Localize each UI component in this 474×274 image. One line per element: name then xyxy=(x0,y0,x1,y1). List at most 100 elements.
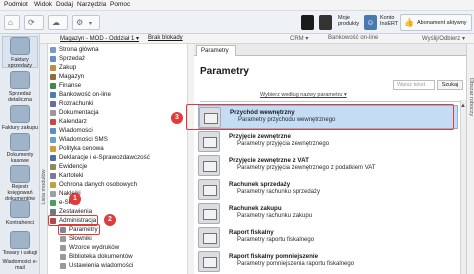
list-item-desc: Parametry pomniejszenia raportu fiskalne… xyxy=(237,261,355,267)
bank-icon xyxy=(50,92,56,98)
document-settings-icon xyxy=(198,251,220,272)
records-icon xyxy=(50,164,56,170)
home-icon: ⌂ xyxy=(8,18,13,27)
settings-button[interactable]: ⚙ ▾ xyxy=(72,15,100,30)
magazyn-selector[interactable]: Magazyn - MOD - Oddział 1 ▾ xyxy=(60,35,139,42)
document-settings-icon xyxy=(198,203,220,224)
home-button[interactable]: ⌂ xyxy=(4,15,20,30)
nav-item-faktury-sprzedazy[interactable]: Faktury sprzedaży xyxy=(0,37,40,69)
sales-icon xyxy=(50,56,56,62)
refresh-button[interactable]: ⟳ xyxy=(24,15,44,30)
nav-item-towary-uslugi[interactable]: Towary i usługi xyxy=(0,231,40,257)
chevron-down-icon: ▾ xyxy=(89,21,93,27)
document-settings-icon xyxy=(198,227,220,248)
list-item-title: Raport fiskalny pomniejszenie xyxy=(229,253,319,260)
list-item[interactable]: Rachunek sprzedaży Parametry rachunku sp… xyxy=(198,178,458,202)
chevron-down-icon[interactable]: ▾ xyxy=(245,69,248,76)
nav-item-rejestr-ksiegowan[interactable]: Rejestr księgowań dokumentów xyxy=(0,165,40,202)
nav-item-kontrahenci[interactable]: Kontrahenci xyxy=(0,200,40,228)
menu-pomoc[interactable]: Pomoc xyxy=(110,1,130,8)
moje-produkty-label[interactable]: Moje produkty xyxy=(338,15,362,27)
toolbar: ⌂ ⟳ ☁ ⚙ ▾ Moje produkty ☺ Konto InsERT 👍 … xyxy=(0,11,474,34)
cloud-button[interactable]: ☁ xyxy=(48,15,68,30)
step-badge-3: 3 xyxy=(171,112,183,124)
search-input[interactable]: Wpisz tekst xyxy=(393,80,435,90)
tree-scrollbar[interactable] xyxy=(187,44,194,274)
list-item-desc: Parametry raportu fiskalnego xyxy=(237,237,315,243)
list-item-desc: Parametry przyjęcia zewnętrznego xyxy=(237,141,330,147)
tab-parametry[interactable]: Parametry xyxy=(196,45,236,56)
selected-row-highlight xyxy=(186,104,454,130)
purchase-icon xyxy=(50,65,56,71)
cloud-icon: ☁ xyxy=(52,18,60,27)
shield-icon xyxy=(50,182,56,188)
menu-podmiot[interactable]: Podmiot xyxy=(4,1,28,8)
phone-icon[interactable] xyxy=(301,15,314,30)
purchase-icon xyxy=(10,105,30,123)
label-icon xyxy=(50,191,56,197)
grid-icon[interactable] xyxy=(319,15,332,30)
nav-item-sprzedaz-detaliczna[interactable]: Sprzedaż detaliczna xyxy=(0,71,40,103)
abonament-button[interactable]: 👍 Abonament aktywny xyxy=(400,14,472,31)
list-item-title: Rachunek zakupu xyxy=(229,205,282,212)
invoice-icon xyxy=(10,37,30,55)
refresh-icon: ⟳ xyxy=(28,18,35,27)
thumbs-up-icon: 👍 xyxy=(404,18,414,27)
home-icon xyxy=(50,47,56,53)
divider xyxy=(200,101,462,102)
declaration-icon xyxy=(50,155,56,161)
module-list-tab[interactable]: Lista modułów xyxy=(40,44,48,274)
bankowosc-link[interactable]: Bankowość on-line xyxy=(328,35,378,41)
workspace-tab[interactable]: Obszar roboczy xyxy=(466,44,474,274)
menu-dodaj[interactable]: Dodaj xyxy=(56,1,73,8)
list-item-desc: Parametry rachunku zakupu xyxy=(237,213,313,219)
library-icon xyxy=(60,254,66,260)
parametry-highlight xyxy=(58,224,100,235)
contacts-icon xyxy=(10,200,30,218)
list-item-desc: Parametry rachunku sprzedaży xyxy=(237,189,321,195)
list-item[interactable]: Przyjęcie zewnętrzne z VAT Parametry prz… xyxy=(198,154,458,178)
konto-insert-label[interactable]: Konto InsERT xyxy=(380,15,402,27)
filter-by-name-link[interactable]: Wybierz według nazwy parametru ▾ xyxy=(260,92,347,98)
list-item[interactable]: Rachunek zakupu Parametry rachunku zakup… xyxy=(198,202,458,226)
nav-item-dokumenty-kasowe[interactable]: Dokumenty kasowe xyxy=(0,133,40,164)
parameters-panel: Parametry ▾ Wpisz tekst Szukaj Wybierz w… xyxy=(194,56,466,274)
menu-narzedzia[interactable]: Narzędzia xyxy=(77,1,106,8)
crm-strip: CRM ▾ Bankowość on-line Wyślij/Odbierz ▾ xyxy=(194,34,474,44)
account-icon[interactable]: ☺ xyxy=(364,15,377,30)
step-badge-2: 2 xyxy=(104,214,116,226)
module-tree: Strona główna Sprzedaż Zakup Magazyn Fin… xyxy=(48,44,194,274)
blokady-link[interactable]: Brak blokady xyxy=(148,35,183,41)
search-button[interactable]: Szukaj xyxy=(437,80,463,90)
products-icon xyxy=(10,231,30,249)
cash-icon xyxy=(10,133,30,151)
list-item-title: Rachunek sprzedaży xyxy=(229,181,291,188)
list-item[interactable]: Raport fiskalny Parametry raportu fiskal… xyxy=(198,226,458,250)
retail-icon xyxy=(10,71,30,89)
files-icon xyxy=(50,173,56,179)
workspace-tab-label: Obszar roboczy xyxy=(468,77,474,117)
menu-widok[interactable]: Widok xyxy=(34,1,52,8)
settlements-icon xyxy=(50,101,56,107)
module-sidebar: Faktury sprzedaży Sprzedaż detaliczna Fa… xyxy=(0,34,40,274)
document-settings-icon xyxy=(198,131,220,152)
warehouse-icon xyxy=(50,74,56,80)
sms-icon xyxy=(50,137,56,143)
message-settings-icon xyxy=(60,263,66,269)
list-item[interactable]: Raport fiskalny pomniejszenie Parametry … xyxy=(198,250,458,274)
finance-icon xyxy=(50,83,56,89)
gear-icon: ⚙ xyxy=(76,18,84,27)
nav-item-faktury-zakupu[interactable]: Faktury zakupu xyxy=(0,105,40,131)
mail-icon xyxy=(50,128,56,134)
wyslij-odbierz-button[interactable]: Wyślij/Odbierz ▾ xyxy=(422,35,465,42)
module-list-tab-label: Lista modułów xyxy=(41,169,47,205)
list-item[interactable]: Przyjęcie zewnętrzne Parametry przyjęcia… xyxy=(198,130,458,154)
page-title: Parametry xyxy=(200,66,249,77)
nav-item-wiadomosci-email[interactable]: Wiadomości e-mail xyxy=(0,257,40,274)
print-icon xyxy=(60,245,66,251)
dictionary-icon xyxy=(60,236,66,242)
step-badge-1: 1 xyxy=(69,193,81,205)
crm-menu[interactable]: CRM ▾ xyxy=(290,35,308,42)
shop-icon xyxy=(50,200,56,206)
menu-bar: Podmiot Widok Dodaj Narzędzia Pomoc xyxy=(0,0,474,11)
